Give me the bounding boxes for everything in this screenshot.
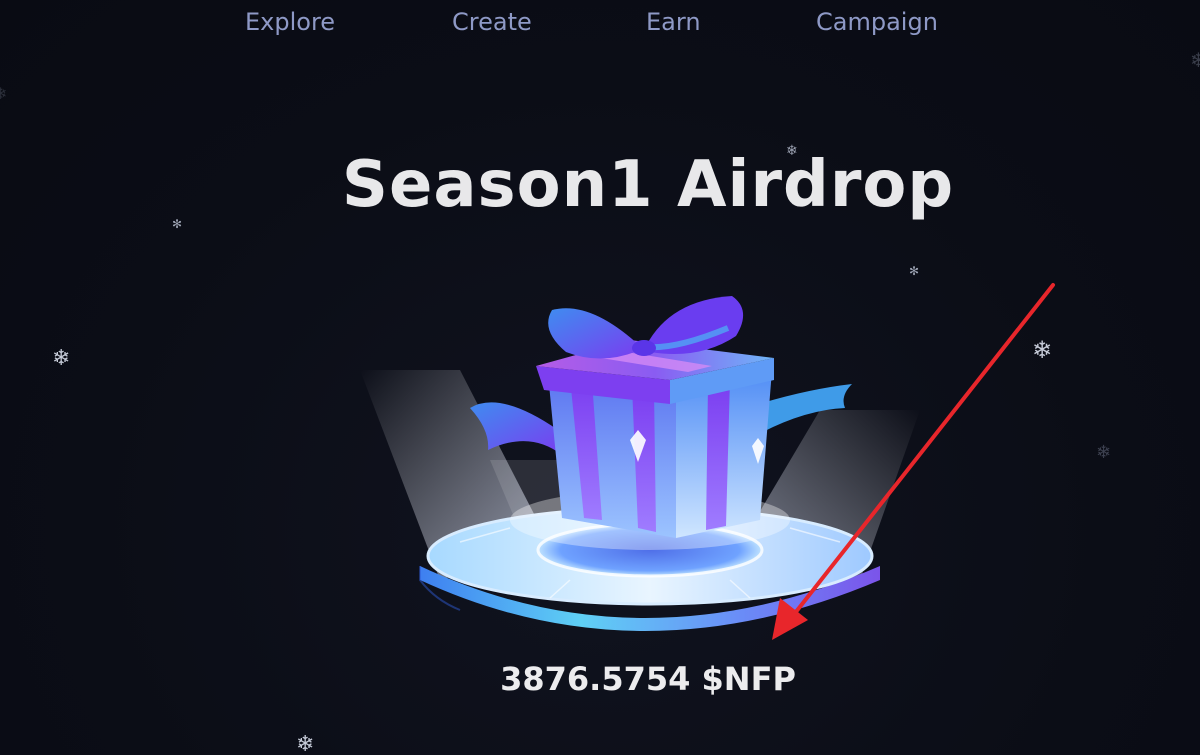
snowflake-icon: ✻ [909, 264, 920, 278]
airdrop-page: Explore Create Earn Campaign ❄ ✻ ❄ ✻ ❄ ❄… [0, 0, 1200, 755]
nav-item-create[interactable]: Create [452, 8, 532, 36]
snowflake-icon: ❄ [52, 346, 71, 371]
nav-item-explore[interactable]: Explore [245, 8, 335, 36]
snowflake-icon: ❄ [296, 732, 315, 755]
snowflake-icon: ❄ [1190, 48, 1200, 72]
nav-item-campaign[interactable]: Campaign [816, 8, 938, 36]
airdrop-amount: 3876.5754 $NFP [500, 660, 796, 698]
snowflake-icon: ❄ [1032, 336, 1053, 364]
gift-box-illustration [360, 296, 920, 631]
top-nav: Explore Create Earn Campaign [0, 0, 1200, 48]
nav-item-earn[interactable]: Earn [646, 8, 701, 36]
page-title: Season1 Airdrop [341, 148, 955, 222]
snowflake-icon: ❄ [1096, 442, 1112, 463]
snowflake-icon: ❄ [0, 84, 8, 103]
